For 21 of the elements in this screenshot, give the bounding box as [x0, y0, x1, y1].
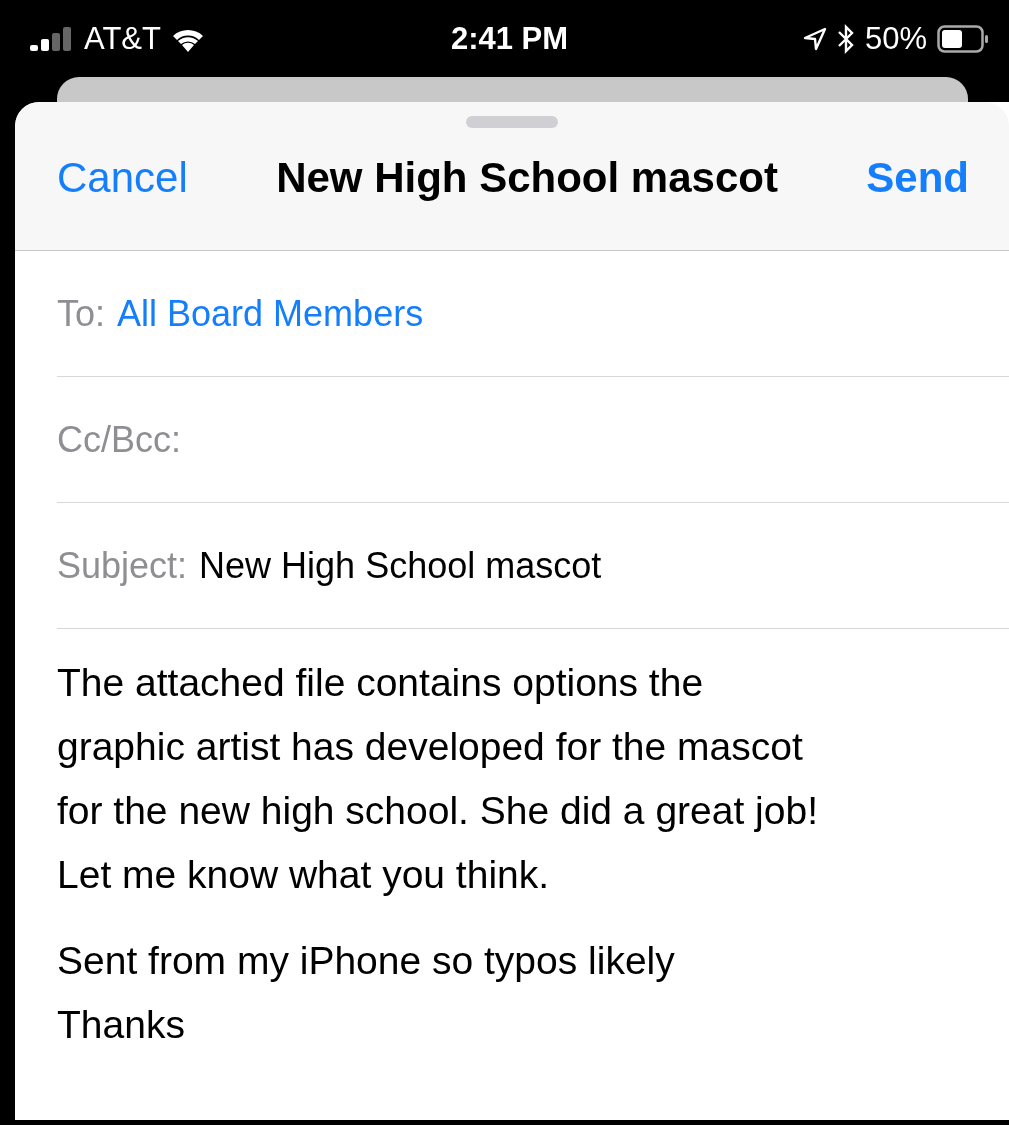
field-label: Subject:: [57, 544, 188, 587]
location-arrow-icon: [802, 26, 827, 51]
recipient-name[interactable]: All Board Members: [117, 292, 424, 335]
bluetooth-icon: [836, 23, 855, 54]
send-button[interactable]: Send: [866, 154, 969, 202]
header-field[interactable]: To: All Board Members: [57, 251, 1009, 377]
subject-text: New High School mascot: [199, 544, 602, 587]
clock-time: 2:41 PM: [450, 20, 569, 57]
message-paragraph: Sent from my iPhone so typos likely Thanks: [57, 938, 676, 1048]
field-label: To:: [57, 292, 106, 335]
sheet-grabber[interactable]: [466, 116, 558, 128]
header-field[interactable]: Subject: New High School mascot: [57, 503, 1009, 629]
cancel-button[interactable]: Cancel: [57, 154, 188, 202]
battery-icon: [937, 24, 989, 53]
header-field[interactable]: Cc/Bcc:: [57, 377, 1009, 503]
battery-percentage: 50%: [864, 20, 927, 57]
field-label: Cc/Bcc:: [57, 418, 181, 461]
carrier-name: AT&T: [84, 20, 161, 57]
signal-icon: [30, 26, 74, 51]
compose-title: New High School mascot: [276, 154, 778, 202]
message-paragraph: The attached file contains options the graphic artist has developed for the mascot for the new high school. She did a great job! Let me know what you think.: [57, 660, 819, 898]
